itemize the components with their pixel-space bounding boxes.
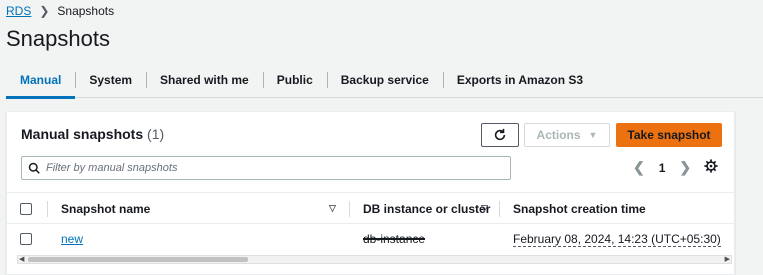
select-all-checkbox[interactable]: [20, 202, 32, 215]
filter-search: [21, 156, 511, 180]
row-checkbox[interactable]: [20, 233, 32, 245]
column-divider: [349, 201, 350, 217]
sort-caret-icon[interactable]: ▽: [329, 203, 336, 214]
take-snapshot-button[interactable]: Take snapshot: [616, 123, 722, 147]
column-header-label: Snapshot name: [61, 201, 151, 216]
refresh-icon: [494, 128, 506, 141]
breadcrumb-current: Snapshots: [57, 4, 115, 18]
creation-time-value: February 08, 2024, 14:23 (UTC+05:30): [513, 231, 721, 247]
snapshots-panel: Manual snapshots (1) Actions ▼ Take snap…: [6, 111, 735, 275]
breadcrumb: RDS ❯ Snapshots: [6, 4, 114, 18]
search-icon: [28, 162, 40, 174]
column-header-label: DB instance or cluster: [363, 201, 491, 216]
snapshot-name-link[interactable]: new: [61, 232, 83, 246]
refresh-button[interactable]: [481, 123, 519, 147]
search-input[interactable]: [46, 162, 496, 174]
page-number[interactable]: 1: [659, 161, 666, 175]
chevron-right-icon: ❯: [39, 4, 50, 18]
breadcrumb-rds-link[interactable]: RDS: [6, 4, 31, 18]
snapshot-name-cell: new: [61, 224, 83, 254]
tab-bar: Manual System Shared with me Public Back…: [6, 62, 763, 99]
column-divider: [499, 201, 500, 217]
db-instance-cell: db-instance: [363, 224, 426, 254]
pagination: ❮ 1 ❯: [633, 159, 691, 176]
tab-public[interactable]: Public: [262, 62, 327, 98]
select-all-cell: [20, 193, 32, 224]
caret-down-icon: ▼: [588, 130, 598, 140]
tab-exports-s3[interactable]: Exports in Amazon S3: [442, 62, 597, 98]
actions-label: Actions: [536, 128, 581, 142]
column-header-snapshot-name[interactable]: Snapshot name ▽: [61, 193, 341, 224]
panel-title: Manual snapshots (1): [21, 126, 164, 142]
scroll-right-icon[interactable]: ▶: [725, 255, 730, 263]
tab-manual[interactable]: Manual: [6, 62, 76, 99]
snapshot-count: (1): [147, 126, 165, 142]
table-row[interactable]: new db-instance February 08, 2024, 14:23…: [7, 224, 734, 254]
table-header: Snapshot name ▽ DB instance or cluster ▽…: [7, 192, 734, 224]
column-header-db-instance[interactable]: DB instance or cluster ▽: [363, 193, 493, 224]
sort-caret-icon[interactable]: ▽: [481, 203, 488, 214]
scrollbar-thumb[interactable]: [28, 257, 248, 262]
panel-title-text: Manual snapshots: [21, 126, 144, 142]
chevron-right-icon[interactable]: ❯: [679, 159, 691, 176]
page-title: Snapshots: [6, 26, 110, 51]
chevron-left-icon[interactable]: ❮: [633, 159, 645, 176]
tab-backup-service[interactable]: Backup service: [326, 62, 443, 98]
db-instance-value: db-instance: [363, 232, 426, 246]
row-select-cell: [20, 224, 32, 254]
horizontal-scrollbar[interactable]: ◀ ▶: [17, 255, 732, 264]
tab-system[interactable]: System: [75, 62, 146, 98]
settings-button[interactable]: [704, 159, 718, 178]
column-header-creation-time[interactable]: Snapshot creation time: [513, 193, 646, 224]
column-header-label: Snapshot creation time: [513, 201, 646, 216]
tab-shared-with-me[interactable]: Shared with me: [146, 62, 263, 98]
creation-time-cell: February 08, 2024, 14:23 (UTC+05:30): [513, 224, 721, 254]
gear-icon: [704, 159, 718, 173]
actions-dropdown[interactable]: Actions ▼: [524, 123, 610, 147]
column-divider: [47, 201, 48, 217]
scroll-left-icon[interactable]: ◀: [19, 255, 24, 263]
